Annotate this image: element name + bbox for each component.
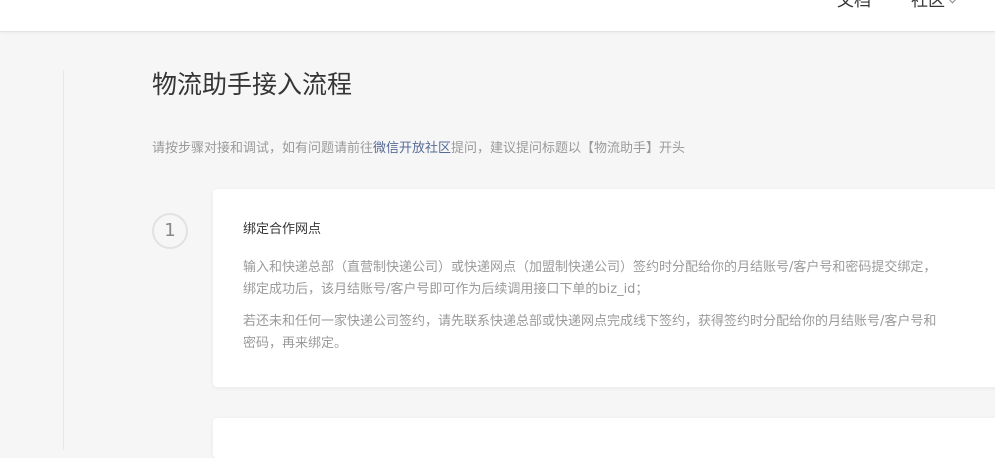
top-navigation-bar: 文档 社区 — [0, 0, 995, 32]
nav-community-menu[interactable]: 社区 — [911, 0, 958, 13]
sidebar-divider — [63, 70, 64, 450]
next-step-card — [213, 418, 995, 458]
community-link[interactable]: 微信开放社区 — [373, 141, 451, 156]
step-title: 绑定合作网点 — [243, 222, 322, 237]
step-note: 若还未和任何一家快递公司签约，请先联系快递总部或快递网点完成线下签约，获得签约时… — [243, 314, 937, 351]
nav-docs-link[interactable]: 文档 — [837, 0, 871, 13]
step-number-badge: 1 — [152, 213, 188, 249]
step-description: 输入和快递总部（直营制快递公司）或快递网点（加盟制快递公司）签约时分配给你的月结… — [243, 260, 937, 297]
step-card: 绑定合作网点 输入和快递总部（直营制快递公司）或快递网点（加盟制快递公司）签约时… — [213, 189, 995, 387]
intro-text: 请按步骤对接和调试，如有问题请前往微信开放社区提问，建议提问标题以【物流助手】开… — [152, 139, 685, 159]
intro-text-after: 提问，建议提问标题以【物流助手】开头 — [451, 141, 686, 156]
nav-community-label: 社区 — [911, 0, 945, 11]
page-title: 物流助手接入流程 — [152, 70, 353, 99]
chevron-down-icon — [947, 0, 958, 4]
intro-text-before: 请按步骤对接和调试，如有问题请前往 — [152, 141, 374, 156]
